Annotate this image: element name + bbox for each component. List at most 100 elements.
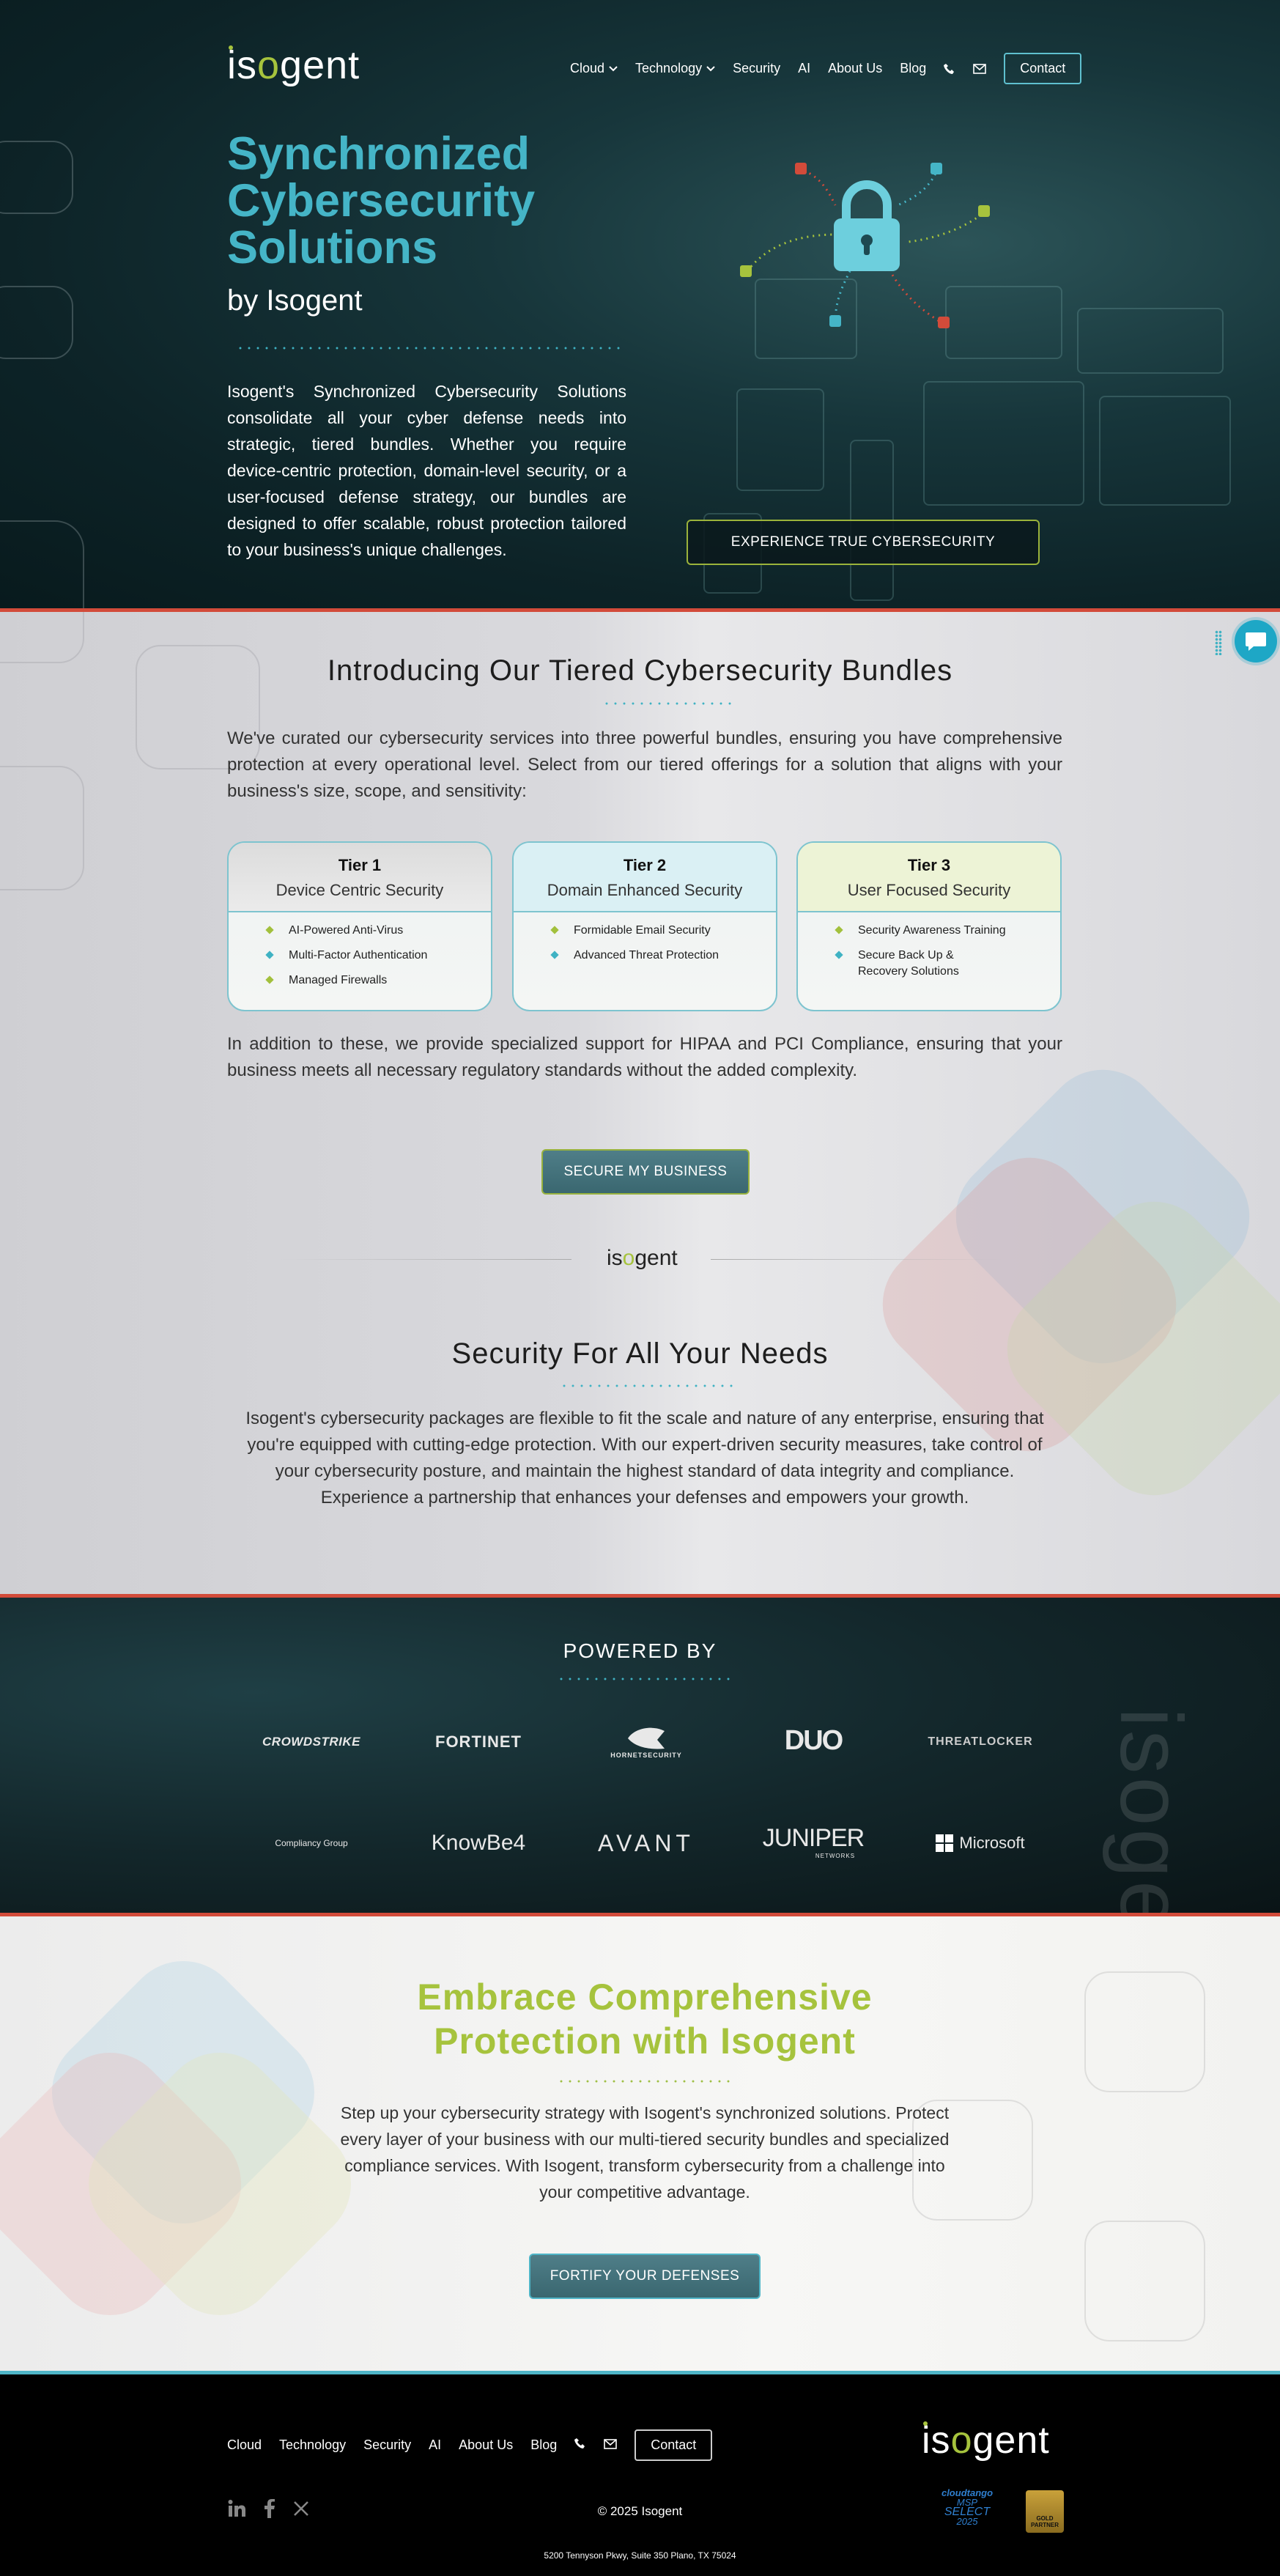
hero-title: Synchronized Cybersecurity Solutions	[227, 128, 536, 273]
embrace-title: Embrace Comprehensive Protection with Is…	[417, 1977, 873, 2062]
embrace-paragraph: Step up your cybersecurity strategy with…	[340, 2103, 950, 2202]
tier-feature: Advanced Threat Protection	[552, 948, 776, 964]
circuit-pattern	[1077, 308, 1224, 374]
badge-text: PARTNER	[1030, 2522, 1059, 2528]
chevron-down-icon	[706, 65, 715, 71]
juniper-subtext: NETWORKS	[815, 1853, 856, 1859]
phone-icon[interactable]	[944, 63, 955, 75]
tier-feature-list: Formidable Email Security Advanced Threa…	[514, 912, 776, 964]
tier-feature: Security Awareness Training	[836, 923, 1060, 939]
hero-subtitle: by Isogent	[227, 284, 363, 317]
microsoft-logo: Microsoft	[918, 1825, 1043, 1861]
decorative-shape	[0, 520, 84, 608]
nav-item-cloud[interactable]: Cloud	[570, 61, 618, 76]
footer-nav-about-us[interactable]: About Us	[459, 2437, 513, 2453]
copyright: © 2025 Isogent	[597, 2504, 683, 2518]
microsoft-text: Microsoft	[959, 1834, 1025, 1852]
nav-item-security[interactable]: Security	[733, 61, 780, 76]
windows-icon	[936, 1834, 954, 1852]
contact-button[interactable]: Contact	[1004, 53, 1082, 84]
logo-o: o	[950, 2419, 973, 2462]
logo-wordmark: isogent	[227, 43, 360, 87]
divider-line	[278, 1259, 571, 1260]
logo-part: is	[607, 1246, 623, 1270]
dotted-divider	[236, 347, 623, 350]
intro-paragraph: We've curated our cybersecurity services…	[227, 728, 1062, 801]
footer-nav-blog[interactable]: Blog	[530, 2437, 557, 2453]
nav-label: Technology	[635, 61, 703, 75]
logo-o: o	[257, 43, 281, 87]
lock-icon	[834, 180, 900, 271]
footer	[0, 2374, 1280, 2576]
nav-item-ai[interactable]: AI	[798, 61, 810, 76]
phone-icon[interactable]	[574, 2437, 586, 2453]
tier-label: Tier 2	[623, 856, 667, 874]
avant-logo: AVANT	[598, 1829, 695, 1856]
hero-section: isogent Cloud Technology Security AI Abo…	[0, 0, 1280, 608]
decorative-shape	[0, 286, 73, 359]
experience-cybersecurity-button[interactable]: EXPERIENCE TRUE CYBERSECURITY	[687, 520, 1040, 565]
fortinet-logo: FORTINET	[435, 1732, 522, 1751]
decorative-shape	[0, 141, 73, 214]
chevron-down-icon	[609, 65, 618, 71]
footer-nav-ai[interactable]: AI	[429, 2437, 441, 2453]
nav-item-blog[interactable]: Blog	[900, 61, 926, 76]
decorative-shape	[1084, 1971, 1205, 2092]
mail-icon[interactable]	[604, 2437, 618, 2453]
footer-nav-security[interactable]: Security	[363, 2437, 411, 2453]
footer-nav-technology[interactable]: Technology	[279, 2437, 346, 2453]
circuit-pattern	[736, 388, 824, 491]
dotted-divider	[557, 1678, 733, 1680]
address: 5200 Tennyson Pkwy, Suite 350 Plano, TX …	[544, 2550, 736, 2561]
decorative-shape	[1084, 2221, 1205, 2341]
drag-handle[interactable]	[1215, 630, 1222, 655]
hornet-icon	[628, 1727, 665, 1749]
gold-partner-badge: GOLD PARTNER	[1026, 2490, 1064, 2533]
circuit-pattern	[923, 381, 1084, 506]
needs-title: Security For All Your Needs	[451, 1337, 829, 1370]
badge-text: 2025	[956, 2516, 978, 2527]
footer-contact-button[interactable]: Contact	[635, 2429, 713, 2461]
nav-item-technology[interactable]: Technology	[635, 61, 715, 76]
tier-label: Tier 1	[338, 856, 382, 874]
tier-header: Tier 1 Device Centric Security	[229, 843, 491, 912]
tier-name: Domain Enhanced Security	[547, 881, 743, 899]
lock-network-graphic	[740, 163, 990, 328]
tier-card-3[interactable]: Tier 3 User Focused Security Security Awa…	[796, 841, 1062, 1011]
secure-my-business-button[interactable]: SECURE MY BUSINESS	[541, 1149, 750, 1195]
logo-part: is	[227, 43, 257, 87]
hornetsecurity-text: HORNETSECURITY	[610, 1752, 682, 1759]
logo-part: gent	[635, 1246, 678, 1270]
logo-dot-icon	[923, 2421, 928, 2426]
tier-label: Tier 3	[907, 856, 951, 874]
chat-widget-button[interactable]	[1235, 620, 1277, 663]
tier-card-2[interactable]: Tier 2 Domain Enhanced Security Formidabl…	[512, 841, 777, 1011]
dotted-divider	[557, 2080, 733, 2083]
tier-feature: AI-Powered Anti-Virus	[267, 923, 491, 939]
dotted-divider	[602, 702, 734, 705]
dotted-divider	[560, 1384, 736, 1387]
logo-wordmark: isogent	[922, 2419, 1050, 2462]
tier-feature-list: Security Awareness Training Secure Back …	[798, 912, 1060, 980]
hero-paragraph: Isogent's Synchronized Cybersecurity Sol…	[227, 382, 626, 559]
threatlocker-logo: THREATLOCKER	[928, 1735, 1033, 1748]
tier-header: Tier 2 Domain Enhanced Security	[514, 843, 776, 912]
site-logo[interactable]: isogent	[227, 43, 360, 87]
tier-feature: Multi-Factor Authentication	[267, 948, 491, 964]
tier-card-1[interactable]: Tier 1 Device Centric Security AI-Powered…	[227, 841, 492, 1011]
needs-paragraph: Isogent's cybersecurity packages are fle…	[245, 1409, 1044, 1507]
logo-part: gent	[972, 2419, 1050, 2462]
mail-icon[interactable]	[973, 63, 987, 74]
logo-part: gent	[280, 43, 360, 87]
tier-name: User Focused Security	[847, 881, 1011, 899]
cloudtango-badge: cloudtango MSP SELECT 2025	[927, 2488, 1007, 2533]
juniper-text: JUNIPER	[762, 1824, 865, 1852]
divider-line	[711, 1259, 1004, 1260]
nav-item-about-us[interactable]: About Us	[828, 61, 882, 76]
powered-by-title: POWERED BY	[563, 1639, 717, 1662]
footer-logo[interactable]: isogent	[922, 2418, 1050, 2462]
tier-feature: Secure Back Up & Recovery Solutions	[836, 948, 1005, 980]
fortify-defenses-button[interactable]: FORTIFY YOUR DEFENSES	[529, 2254, 761, 2299]
nav-label: Cloud	[570, 61, 605, 75]
footer-nav-cloud[interactable]: Cloud	[227, 2437, 262, 2453]
